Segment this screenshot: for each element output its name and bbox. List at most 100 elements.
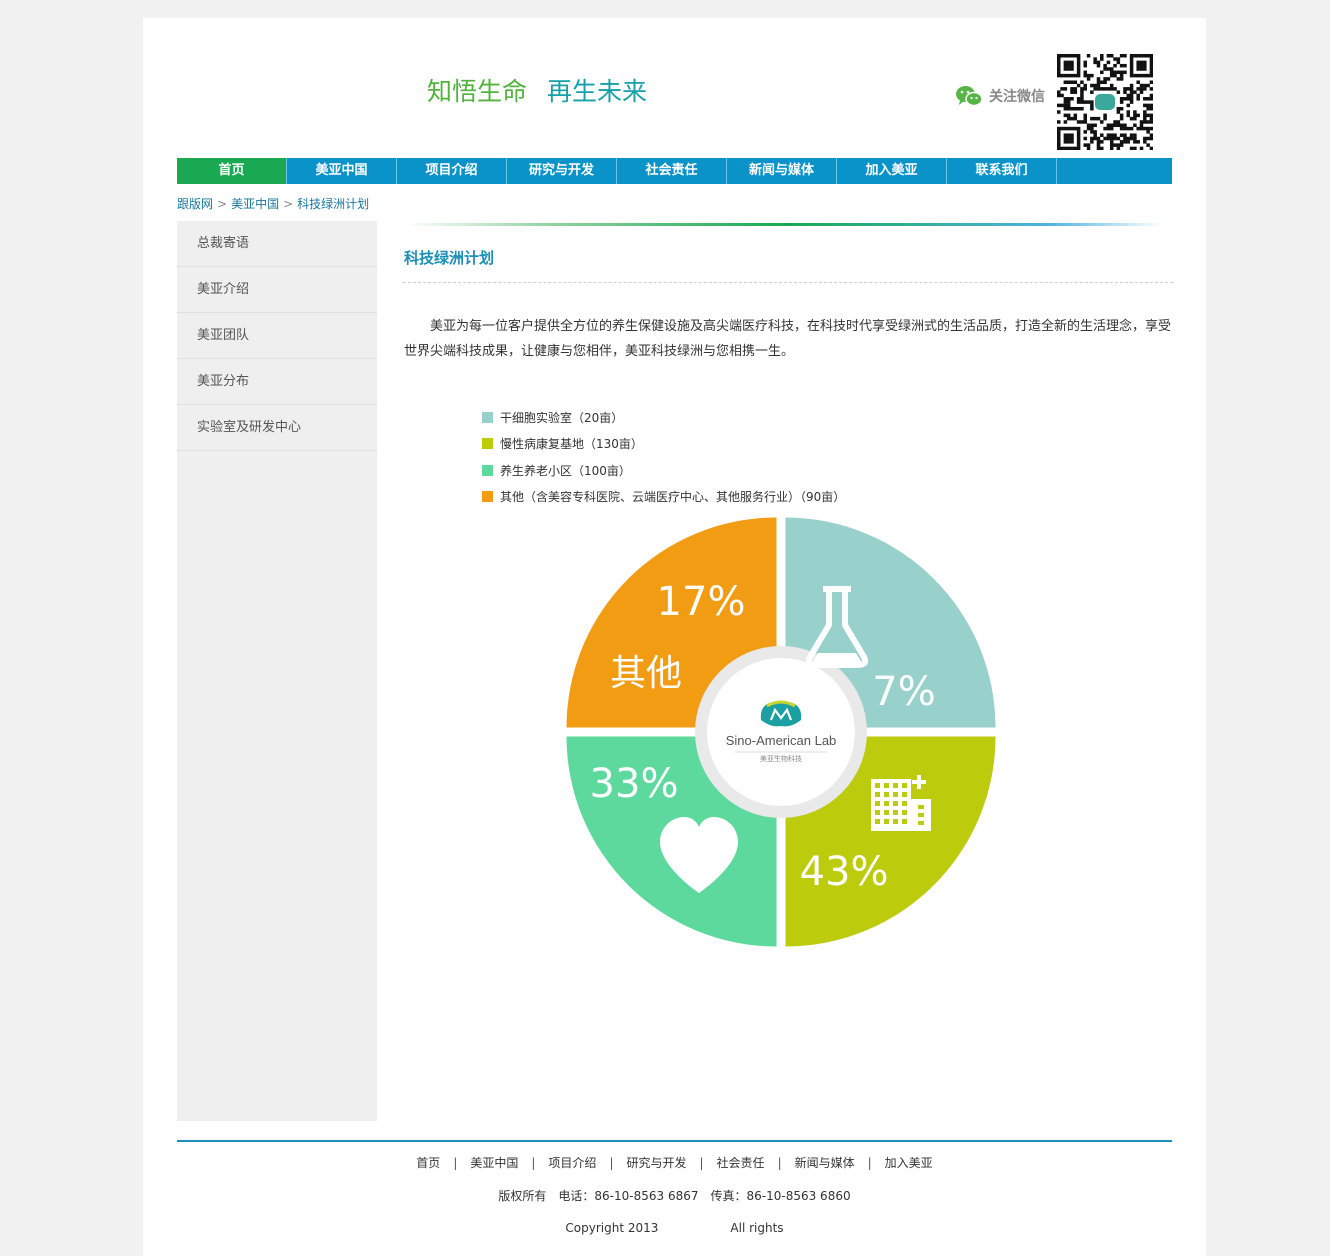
footer-nav-link-0[interactable]: 首页 [416,1156,440,1170]
qr-module [1133,90,1137,94]
sidebar-item-3[interactable]: 美亚分布 [177,359,377,405]
qr-module [1113,87,1117,91]
qr-module [1149,136,1153,141]
title-divider [403,282,1173,283]
sidebar-item-0[interactable]: 总裁寄语 [177,221,377,267]
qr-module [1119,140,1124,144]
nav-item-6[interactable]: 加入美亚 [837,158,947,184]
qr-module [1146,103,1150,108]
qr-module [1143,87,1147,91]
nav-item-3[interactable]: 研究与开发 [507,158,617,184]
nav-item-2[interactable]: 项目介绍 [397,158,507,184]
qr-module [1060,87,1064,91]
slice-value-label-0: 7% [872,669,935,715]
footer-nav-link-3[interactable]: 研究与开发 [626,1156,686,1170]
qr-module [1063,100,1068,104]
qr-module [1066,60,1071,65]
breadcrumb-link-0[interactable]: 跟版网 [177,197,213,211]
qr-module [1057,133,1061,137]
footer-nav-link-1[interactable]: 美亚中国 [470,1156,518,1170]
qr-module [1129,83,1134,88]
qr-module [1129,73,1134,78]
qr-module [1066,133,1071,137]
qr-module [1076,140,1081,144]
legend-item-3: 其他（含美容专科医院、云端医疗中心、其他服务行业）（90亩） [482,484,845,511]
qr-module [1133,140,1137,144]
qr-module [1100,140,1104,144]
qr-module [1109,73,1114,78]
breadcrumb-link-2[interactable]: 科技绿洲计划 [297,197,369,211]
qr-module [1116,77,1121,81]
qr-module [1066,116,1071,121]
qr-module [1070,54,1074,58]
qr-module [1149,133,1153,137]
qr-module [1103,63,1107,68]
footer-nav-link-5[interactable]: 新闻与媒体 [795,1156,855,1170]
qr-module [1143,120,1147,124]
qr-module [1146,83,1150,88]
qr-module [1103,113,1107,118]
qr-module [1066,73,1071,78]
qr-module [1123,133,1127,137]
legend-swatch [482,491,493,503]
qr-module [1136,140,1140,144]
page-title: 科技绿洲计划 [404,249,495,267]
qr-module [1080,97,1084,101]
slice-value-label-2: 33% [590,761,679,807]
qr-module [1070,60,1074,65]
qr-module [1103,136,1107,141]
qr-module [1100,80,1104,84]
qr-module [1119,126,1124,131]
qr-module [1139,67,1144,71]
footer-contact: 版权所有 电话：86-10-8563 6867 传真：86-10-8563 6860 [143,1187,1206,1204]
qr-module [1096,146,1101,150]
footer-nav-link-6[interactable]: 加入美亚 [885,1156,933,1170]
qr-module [1129,97,1134,101]
footer-nav-link-2[interactable]: 项目介绍 [548,1156,596,1170]
qr-module [1063,146,1068,150]
qr-module [1139,120,1144,124]
qr-module [1096,136,1101,141]
qr-module [1109,140,1114,144]
qr-module [1093,116,1097,121]
qr-module [1119,77,1124,81]
qr-module [1119,133,1124,137]
qr-module [1093,60,1097,65]
footer-nav-link-4[interactable]: 社会责任 [717,1156,765,1170]
follow-wechat[interactable]: 关注微信 [955,82,1045,110]
nav-item-4[interactable]: 社会责任 [617,158,727,184]
sidebar-item-4[interactable]: 实验室及研发中心 [177,405,377,451]
sidebar-item-2[interactable]: 美亚团队 [177,313,377,359]
qr-module [1063,126,1068,131]
breadcrumb: 跟版网 > 美亚中国 > 科技绿洲计划 [177,195,369,212]
nav-item-1[interactable]: 美亚中国 [287,158,397,184]
qr-module [1096,80,1101,84]
footer-nav-separator: | [867,1156,872,1170]
qr-module [1070,106,1074,111]
qr-module [1149,113,1153,118]
qr-module [1119,123,1124,128]
qr-module [1076,54,1081,58]
qr-module [1116,60,1121,65]
qr-module [1129,54,1134,58]
sidebar-item-1[interactable]: 美亚介绍 [177,267,377,313]
qr-module [1083,136,1087,141]
footer-nav-separator: | [453,1156,458,1170]
qr-module [1076,130,1081,134]
qr-module [1106,60,1111,65]
qr-module [1146,73,1150,78]
legend-swatch [482,464,493,476]
nav-item-5[interactable]: 新闻与媒体 [727,158,837,184]
qr-module [1116,57,1121,61]
nav-item-0[interactable]: 首页 [177,158,287,184]
nav-item-7[interactable]: 联系我们 [947,158,1057,184]
qr-module [1083,60,1087,65]
qr-module [1080,106,1084,111]
qr-module [1106,133,1111,137]
qr-module [1136,63,1140,68]
footer-nav-separator: | [699,1156,704,1170]
breadcrumb-link-1[interactable]: 美亚中国 [231,197,279,211]
qr-module [1139,73,1144,78]
qr-module [1143,83,1147,88]
qr-module [1103,116,1107,121]
